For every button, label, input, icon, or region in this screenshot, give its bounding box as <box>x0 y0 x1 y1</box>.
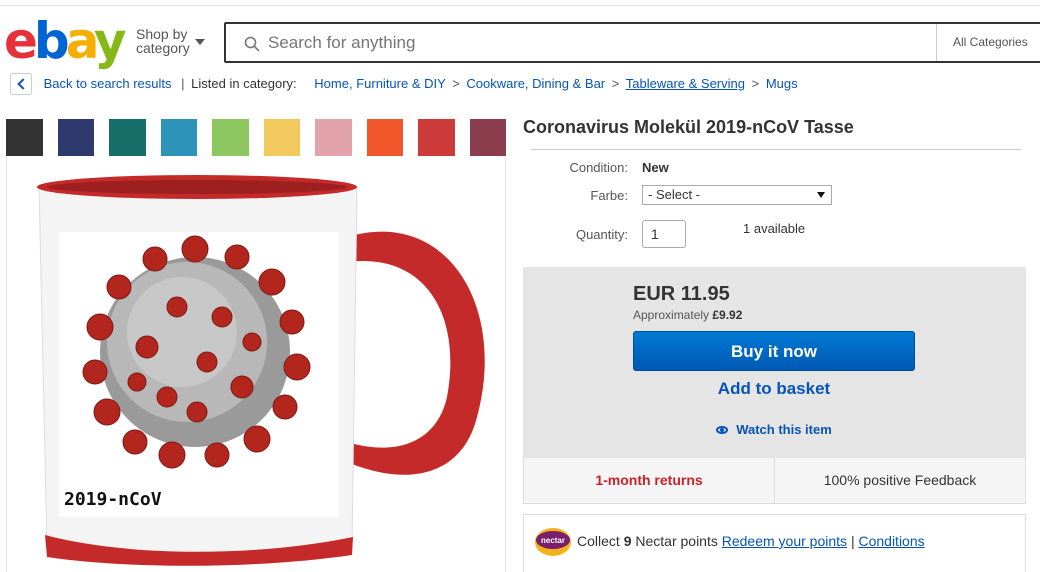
nectar-points: 9 <box>623 533 632 549</box>
breadcrumb-arrow: > <box>452 76 460 91</box>
product-image[interactable]: 2019-nCoV <box>6 157 506 572</box>
back-to-search-link[interactable]: Back to search results <box>44 76 172 91</box>
search-input[interactable] <box>268 32 928 54</box>
color-swatch[interactable] <box>366 119 403 156</box>
features-bar: 1-month returns 100% positive Feedback <box>523 458 1026 504</box>
shop-by-category-button[interactable]: Shop by category <box>136 27 190 55</box>
watch-item-link[interactable]: Watch this item <box>633 422 915 437</box>
nectar-logo-icon: nectar <box>535 528 571 556</box>
listed-in-label: Listed in category: <box>191 76 297 91</box>
farbe-label: Farbe: <box>590 188 628 203</box>
title-divider <box>531 149 1021 150</box>
color-swatches <box>6 119 506 157</box>
color-swatch[interactable] <box>315 119 352 156</box>
color-swatch[interactable] <box>160 119 197 156</box>
farbe-select-value: - Select - <box>648 187 701 202</box>
color-swatch[interactable] <box>212 119 249 156</box>
returns-info[interactable]: 1-month returns <box>524 458 775 503</box>
page-title: Coronavirus Molekül 2019-nCoV Tasse <box>523 117 854 137</box>
eye-icon <box>716 425 729 434</box>
quantity-input[interactable] <box>642 220 686 248</box>
mug-illustration: 2019-nCoV <box>37 175 485 566</box>
mug-print-text: 2019-nCoV <box>64 489 162 510</box>
breadcrumb-item-tableware[interactable]: Tableware & Serving <box>626 76 745 91</box>
watch-item-label: Watch this item <box>736 422 832 437</box>
color-swatch[interactable] <box>109 119 146 156</box>
nectar-separator: | <box>850 533 855 549</box>
condition-label: Condition: <box>569 160 628 175</box>
shop-by-line2: category <box>136 40 190 56</box>
condition-value: New <box>642 160 669 175</box>
breadcrumb-arrow: > <box>611 76 620 91</box>
available-count: 1 available <box>743 221 806 236</box>
color-swatch[interactable] <box>263 119 300 156</box>
svg-text:nectar: nectar <box>541 536 565 545</box>
approx-price: Approximately £9.92 <box>633 308 742 322</box>
feedback-info[interactable]: 100% positive Feedback <box>775 458 1025 503</box>
conditions-link[interactable]: Conditions <box>858 533 924 549</box>
collect-label: Collect <box>577 533 620 549</box>
quantity-label: Quantity: <box>575 227 628 242</box>
nectar-points-suffix: Nectar points <box>635 533 718 549</box>
color-swatch[interactable] <box>57 119 94 156</box>
ebay-logo[interactable]: ebay <box>4 14 126 68</box>
price: EUR 11.95 <box>633 283 730 305</box>
breadcrumb-item-cookware[interactable]: Cookware, Dining & Bar <box>466 76 605 91</box>
breadcrumb-item-mugs[interactable]: Mugs <box>766 76 798 91</box>
breadcrumb: Back to search results | Listed in categ… <box>10 73 798 95</box>
approx-value: £9.92 <box>712 308 743 322</box>
color-swatch[interactable] <box>469 119 506 156</box>
search-icon <box>244 36 260 52</box>
chevron-down-icon <box>817 192 825 198</box>
mug-rim-inner <box>47 180 347 194</box>
approx-label: Approximately <box>633 308 710 322</box>
farbe-select[interactable]: - Select - <box>642 185 832 205</box>
top-divider <box>0 0 1040 6</box>
mug-handle <box>347 231 485 475</box>
search-bar: All Categories <box>224 22 1040 63</box>
shop-by-line1: Shop by <box>136 26 188 42</box>
buy-it-now-button[interactable]: Buy it now <box>633 331 915 371</box>
breadcrumb-pipe: | <box>181 76 185 91</box>
redeem-points-link[interactable]: Redeem your points <box>722 533 847 549</box>
breadcrumb-item-home[interactable]: Home, Furniture & DIY <box>314 76 445 91</box>
color-swatch[interactable] <box>418 119 455 156</box>
breadcrumb-arrow: > <box>751 76 760 91</box>
add-to-basket-button[interactable]: Add to basket <box>633 379 915 399</box>
back-arrow-icon[interactable] <box>10 73 32 95</box>
nectar-box: nectar Collect 9 Nectar points Redeem yo… <box>523 514 1026 572</box>
color-swatch[interactable] <box>6 119 43 156</box>
all-categories-select[interactable]: All Categories <box>936 24 1040 61</box>
nectar-text: Collect 9 Nectar points Redeem your poin… <box>577 533 925 549</box>
chevron-down-icon[interactable] <box>195 39 205 45</box>
